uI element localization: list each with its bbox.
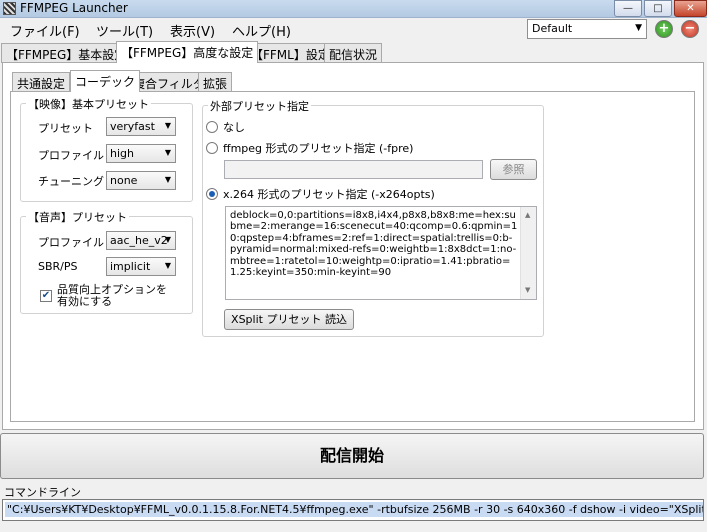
chevron-down-icon: ▼ (635, 23, 642, 33)
chevron-down-icon: ▼ (164, 121, 171, 130)
radio-x264-label: x.264 形式のプリセット指定 (-x264opts) (223, 188, 435, 201)
sbr-combo-value: implicit (110, 260, 151, 273)
profile-combo-value: high (110, 147, 134, 160)
audio-profile-label: プロファイル (38, 236, 104, 249)
sbr-label: SBR/PS (38, 260, 78, 273)
tab-common[interactable]: 共通設定 (12, 72, 71, 92)
tab-status[interactable]: 配信状況 (324, 43, 383, 63)
preset-label: プリセット (38, 122, 93, 135)
tuning-combo[interactable]: none ▼ (106, 171, 176, 190)
tab-extension[interactable]: 拡張 (198, 72, 233, 92)
external-group-title: 外部プリセット指定 (208, 98, 311, 114)
chevron-down-icon: ▼ (164, 148, 171, 157)
tab-ffml-settings[interactable]: 【FFML】設定 (246, 43, 335, 63)
preset-combo-value: veryfast (110, 120, 155, 133)
tab-codec[interactable]: コーデック (70, 70, 141, 92)
chevron-down-icon: ▼ (164, 235, 171, 244)
tuning-label: チューニング (38, 175, 104, 188)
app-icon (3, 2, 16, 15)
quality-label: 品質向上オプションを 有効にする (57, 284, 167, 308)
remove-preset-button[interactable]: − (681, 20, 699, 38)
window-title: FFMPEG Launcher (20, 1, 128, 15)
textarea-scrollbar[interactable]: ▲ ▼ (520, 207, 536, 299)
profile-label: プロファイル (38, 149, 104, 162)
video-group-title: 【映像】基本プリセット (26, 96, 151, 112)
browse-button[interactable]: 参照 (490, 159, 537, 180)
command-line-text: "C:¥Users¥KT¥Desktop¥FFML_v0.0.1.15.8.Fo… (5, 502, 703, 517)
title-bar: FFMPEG Launcher — □ ✕ (0, 0, 707, 18)
profile-combo[interactable]: high ▼ (106, 144, 176, 163)
close-icon[interactable]: ✕ (674, 0, 707, 17)
chevron-down-icon: ▼ (164, 175, 171, 184)
radio-x264[interactable] (206, 188, 218, 200)
menu-tools[interactable]: ツール(T) (96, 21, 153, 40)
xsplit-load-button[interactable]: XSplit プリセット 読込 (224, 309, 354, 330)
minimize-icon[interactable]: — (614, 0, 642, 17)
menu-help[interactable]: ヘルプ(H) (232, 21, 291, 40)
tab-ffmpeg-advanced[interactable]: 【FFMPEG】高度な設定 (116, 41, 259, 63)
menu-view[interactable]: 表示(V) (170, 21, 215, 40)
radio-fpre-label: ffmpeg 形式のプリセット指定 (-fpre) (223, 142, 414, 155)
quality-checkbox[interactable]: ✔ (40, 290, 52, 302)
preset-dropdown[interactable]: Default ▼ (527, 19, 647, 39)
menu-bar: ファイル(F) ツール(T) 表示(V) ヘルプ(H) (0, 19, 520, 41)
scroll-up-icon[interactable]: ▲ (525, 210, 530, 221)
add-preset-button[interactable]: + (655, 20, 673, 38)
menu-file[interactable]: ファイル(F) (10, 21, 80, 40)
radio-none-label: なし (223, 121, 245, 134)
command-line-label: コマンドライン (4, 486, 81, 499)
scroll-down-icon[interactable]: ▼ (525, 285, 530, 296)
tab-ffmpeg-basic[interactable]: 【FFMPEG】基本設定 (1, 43, 132, 63)
command-line-field[interactable]: "C:¥Users¥KT¥Desktop¥FFML_v0.0.1.15.8.Fo… (2, 499, 704, 521)
radio-none[interactable] (206, 121, 218, 133)
quality-label-line2: 有効にする (57, 295, 113, 308)
x264opts-text: deblock=0,0:partitions=i8x8,i4x4,p8x8,b8… (230, 210, 518, 279)
preset-value: Default (532, 22, 573, 35)
sbr-combo[interactable]: implicit ▼ (106, 257, 176, 276)
maximize-icon[interactable]: □ (644, 0, 672, 17)
preset-combo[interactable]: veryfast ▼ (106, 117, 176, 136)
x264opts-textarea[interactable]: deblock=0,0:partitions=i8x8,i4x4,p8x8,b8… (225, 206, 537, 300)
audio-profile-value: aac_he_v2 (110, 234, 168, 247)
start-broadcast-button[interactable]: 配信開始 (0, 433, 704, 479)
audio-profile-combo[interactable]: aac_he_v2 ▼ (106, 231, 176, 250)
chevron-down-icon: ▼ (164, 261, 171, 270)
audio-group-title: 【音声】プリセット (26, 209, 129, 225)
tuning-combo-value: none (110, 174, 138, 187)
fpre-path-input[interactable] (224, 160, 483, 179)
radio-fpre[interactable] (206, 142, 218, 154)
